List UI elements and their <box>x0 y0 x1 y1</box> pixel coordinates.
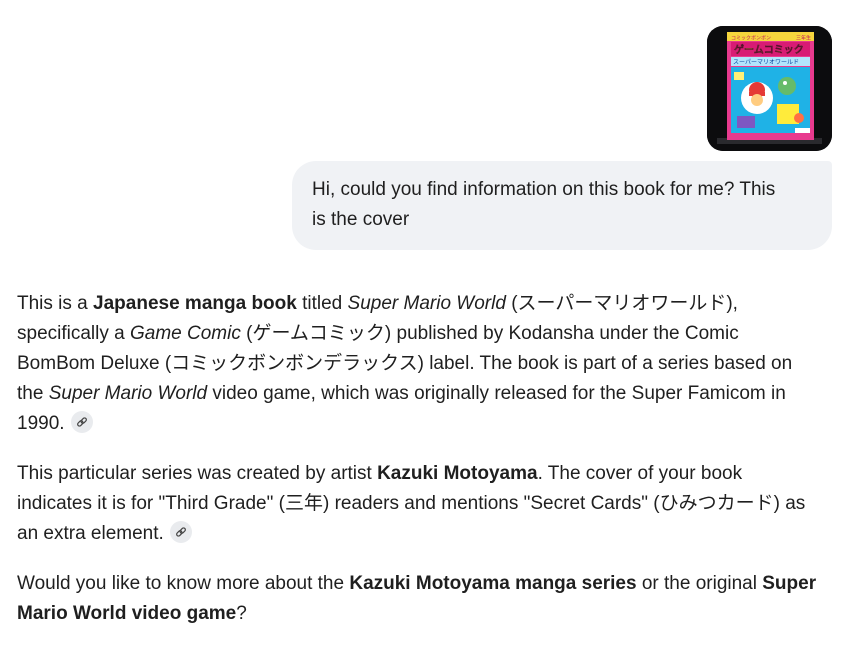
user-message-line-2: is the cover <box>312 209 410 230</box>
p1-text-2: titled <box>296 293 348 314</box>
link-icon <box>175 527 186 537</box>
user-message-line-1: Hi, could you find information on this b… <box>312 179 776 200</box>
response-paragraph-2: This particular series was created by ar… <box>17 459 817 549</box>
p1-text-1: This is a <box>17 293 94 314</box>
p3-text-3: ? <box>236 603 247 624</box>
user-message-bubble: Hi, could you find information on this b… <box>292 161 832 250</box>
p1-italic-3: Super Mario World <box>48 383 208 404</box>
cover-subtitle-text: スーパーマリオワールド <box>733 59 799 66</box>
cover-title-text: ゲームコミック <box>734 43 804 56</box>
response-paragraph-1: This is a Japanese manga book titled Sup… <box>17 289 817 439</box>
p3-bold-1: Kazuki Motoyama manga series <box>349 573 637 594</box>
response-paragraph-3: Would you like to know more about the Ka… <box>17 569 817 629</box>
p1-italic-2: Game Comic <box>130 323 241 344</box>
p2-bold-1: Kazuki Motoyama <box>377 463 538 484</box>
assistant-response: This is a Japanese manga book titled Sup… <box>17 289 817 649</box>
p3-text-2: or the original <box>636 573 763 594</box>
link-icon <box>76 417 87 427</box>
p2-text-1: This particular series was created by ar… <box>17 463 378 484</box>
p1-bold-1: Japanese manga book <box>93 293 297 314</box>
cover-label-text: コミックボンボン <box>731 35 771 42</box>
attached-image-thumbnail[interactable]: コミックボンボン 三年生 ゲームコミック スーパーマリオワールド <box>707 26 832 151</box>
p1-italic-1: Super Mario World <box>347 293 506 314</box>
source-link-button-2[interactable] <box>169 521 192 543</box>
p3-text-1: Would you like to know more about the <box>17 573 350 594</box>
source-link-button-1[interactable] <box>70 411 93 433</box>
book-cover-image: コミックボンボン 三年生 ゲームコミック スーパーマリオワールド <box>707 26 832 151</box>
cover-grade-text: 三年生 <box>796 35 811 42</box>
